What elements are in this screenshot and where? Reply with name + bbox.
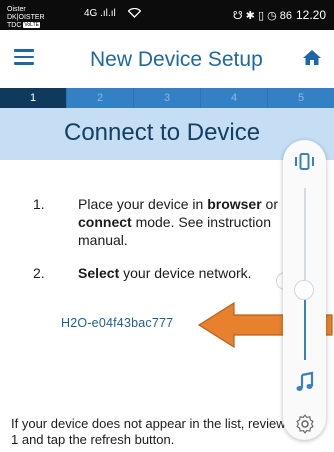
system-indicators: ☋ ✱ ▯ ◷ 86 — [232, 9, 292, 22]
settings-icon[interactable] — [294, 413, 316, 435]
instruction-2: 2. Select your device network. — [33, 264, 293, 282]
step-5: 5 — [268, 88, 334, 108]
instruction-text: Place your device in browser or connect … — [78, 196, 278, 248]
step-1: 1 — [0, 88, 67, 108]
volume-track — [304, 188, 306, 280]
volume-panel — [283, 140, 326, 440]
app-bar: New Device Setup — [0, 30, 334, 88]
step-2: 2 — [67, 88, 134, 108]
carrier-name-2: TDC — [7, 22, 22, 29]
section-title: Connect to Device — [64, 119, 261, 146]
footer-note: If your device does not appear in the li… — [11, 416, 314, 447]
step-3: 3 — [134, 88, 201, 108]
hamburger-icon[interactable] — [14, 49, 34, 65]
signal-icon: 4G .ıl — [84, 8, 108, 19]
network-list-item[interactable]: H2O-e04f43bac777 — [61, 316, 173, 330]
home-icon[interactable] — [302, 48, 322, 68]
carrier-label: Oister DK|OISTER TDC VoLTE — [7, 6, 47, 30]
carrier-name: Oister DK|OISTER — [7, 6, 45, 21]
instruction-1: 1. Place your device in browser or conne… — [33, 195, 293, 249]
status-indicators: ☋ ✱ ▯ ◷ 86 12.20 — [233, 8, 326, 22]
page-title: New Device Setup — [90, 48, 263, 71]
volte-badge: VoLTE — [23, 22, 40, 29]
volume-fill — [304, 300, 306, 360]
signal-icon-2: .ıl — [108, 8, 116, 19]
instruction-text: Select your device network. — [78, 265, 252, 281]
step-indicator: 1 2 3 4 5 — [0, 88, 334, 108]
clock: 12.20 — [295, 8, 326, 22]
instruction-number: 2. — [33, 265, 45, 281]
music-icon[interactable] — [294, 371, 316, 393]
wifi-icon — [127, 7, 142, 21]
vibrate-icon[interactable] — [291, 148, 318, 175]
volume-slider-knob[interactable] — [294, 280, 314, 300]
status-bar: Oister DK|OISTER TDC VoLTE 4G .ıl .ıl ☋ … — [0, 0, 334, 30]
instruction-number: 1. — [33, 196, 45, 212]
step-4: 4 — [201, 88, 268, 108]
